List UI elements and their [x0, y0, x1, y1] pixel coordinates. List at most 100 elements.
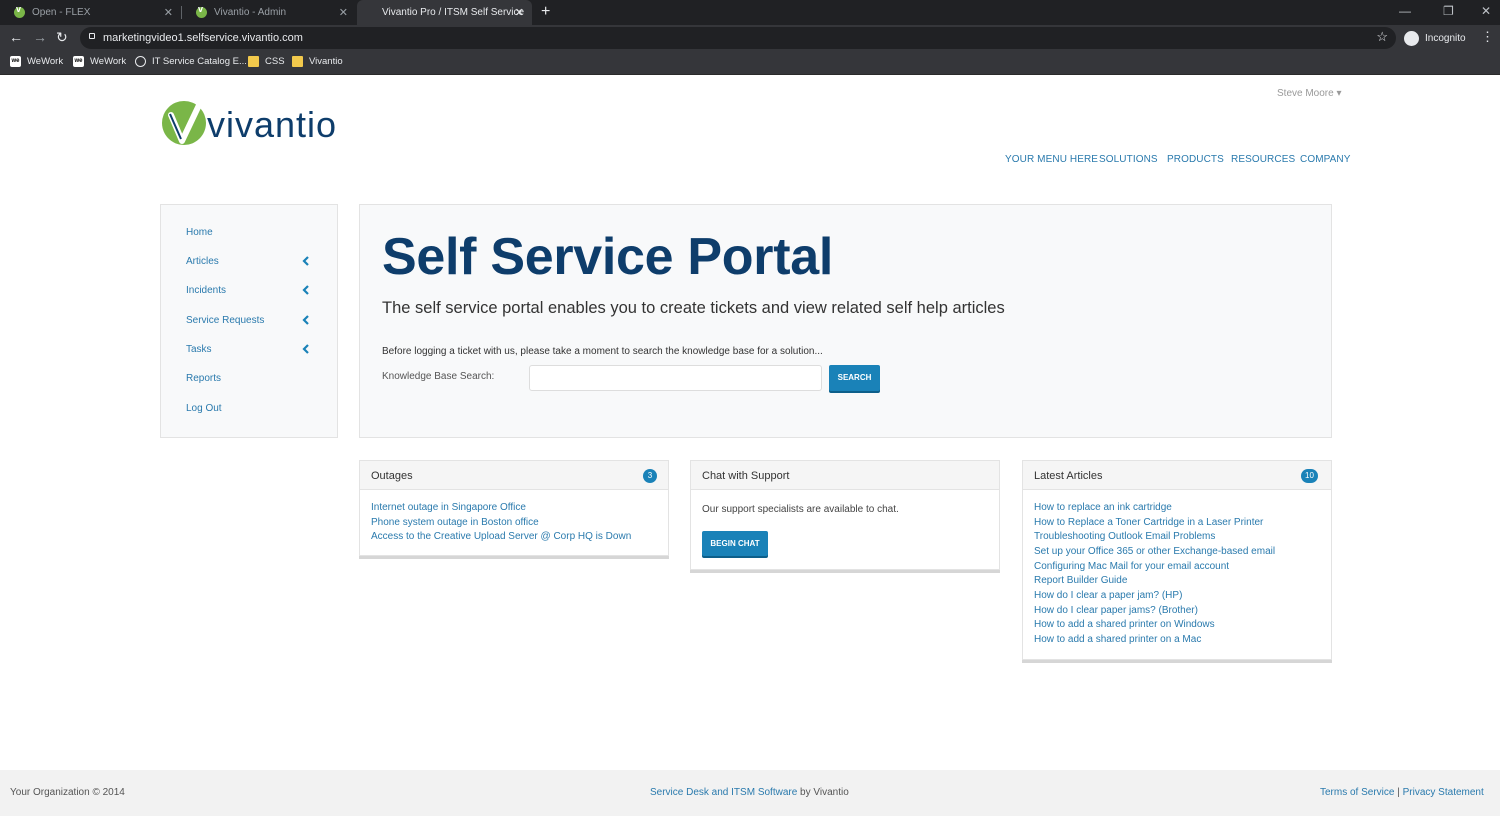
bookmark-item[interactable]: IT Service Catalog E... — [135, 56, 247, 67]
kb-search-label: Knowledge Base Search: — [382, 371, 495, 382]
article-link[interactable]: Set up your Office 365 or other Exchange… — [1034, 546, 1275, 557]
sidebar-item-home[interactable]: Home — [186, 227, 213, 238]
wework-icon: we — [73, 56, 84, 67]
article-link[interactable]: How to replace an ink cartridge — [1034, 502, 1172, 513]
wework-icon: we — [10, 56, 21, 67]
footer-credit-suffix: by Vivantio — [797, 787, 849, 798]
bookmarks-bar: we WeWork we WeWork IT Service Catalog E… — [0, 51, 1500, 75]
browser-tab-active[interactable]: Vivantio Pro / ITSM Self Service ✕ — [357, 0, 532, 25]
article-link[interactable]: Troubleshooting Outlook Email Problems — [1034, 531, 1215, 542]
chat-description: Our support specialists are available to… — [702, 504, 899, 515]
bookmark-item[interactable]: we WeWork — [73, 56, 126, 67]
begin-chat-button[interactable]: BEGIN CHAT — [702, 531, 768, 556]
vivantio-favicon-icon — [196, 4, 207, 18]
user-name: Steve Moore — [1277, 88, 1334, 99]
reload-icon[interactable]: ↻ — [56, 29, 68, 46]
tab-title: Vivantio - Admin — [214, 7, 287, 18]
new-tab-icon[interactable]: + — [541, 3, 550, 21]
panel-header: Chat with Support — [691, 461, 999, 490]
nav-solutions[interactable]: SOLUTIONS — [1099, 154, 1158, 165]
tab-title: Vivantio Pro / ITSM Self Service — [382, 7, 525, 18]
nav-company[interactable]: COMPANY — [1300, 154, 1351, 165]
close-tab-icon[interactable]: ✕ — [339, 6, 348, 19]
outage-link[interactable]: Phone system outage in Boston office — [371, 517, 539, 528]
sidebar-menu: Home Articles Incidents Service Requests… — [160, 204, 338, 438]
nav-resources[interactable]: RESOURCES — [1231, 154, 1295, 165]
panel-title: Latest Articles — [1034, 470, 1103, 482]
bookmark-label: WeWork — [27, 56, 64, 67]
address-bar[interactable]: marketingvideo1.selfservice.vivantio.com… — [80, 27, 1396, 49]
article-link[interactable]: How do I clear a paper jam? (HP) — [1034, 590, 1182, 601]
page-subtitle: The self service portal enables you to c… — [382, 299, 1005, 317]
sidebar-item-tasks[interactable]: Tasks — [186, 344, 212, 355]
panel-header: Latest Articles 10 — [1023, 461, 1331, 490]
sidebar-item-reports[interactable]: Reports — [186, 373, 221, 384]
bookmark-label: Vivantio — [309, 56, 343, 67]
article-link[interactable]: How to Replace a Toner Cartridge in a La… — [1034, 517, 1263, 528]
back-icon[interactable]: ← — [9, 29, 23, 45]
restore-icon[interactable]: ❐ — [1443, 4, 1454, 18]
vivantio-logo-graphic: vivantio — [162, 100, 336, 145]
footer-legal: Terms of Service | Privacy Statement — [1320, 787, 1484, 798]
vivantio-favicon-icon — [14, 4, 25, 18]
close-tab-icon[interactable]: ✕ — [164, 6, 173, 19]
article-link[interactable]: How to add a shared printer on a Mac — [1034, 634, 1201, 645]
terms-link[interactable]: Terms of Service — [1320, 787, 1394, 798]
article-link[interactable]: Configuring Mac Mail for your email acco… — [1034, 561, 1229, 572]
page-content: vivantio Steve Moore ▾ YOUR MENU HERE SO… — [0, 75, 1500, 816]
sidebar-item-incidents[interactable]: Incidents — [186, 285, 226, 296]
chat-panel: Chat with Support Our support specialist… — [690, 460, 1000, 570]
minimize-icon[interactable]: — — [1399, 4, 1411, 18]
user-menu[interactable]: Steve Moore ▾ — [1277, 88, 1342, 99]
count-badge: 10 — [1301, 469, 1318, 483]
article-link[interactable]: How to add a shared printer on Windows — [1034, 619, 1215, 630]
sidebar-item-articles[interactable]: Articles — [186, 256, 219, 267]
latest-articles-panel: Latest Articles 10 How to replace an ink… — [1022, 460, 1332, 660]
close-tab-icon[interactable]: ✕ — [515, 6, 524, 19]
chevron-left-icon[interactable] — [301, 315, 311, 325]
nav-products[interactable]: PRODUCTS — [1167, 154, 1224, 165]
search-button[interactable]: SEARCH — [829, 365, 880, 391]
copyright-text: Your Organization © 2014 — [10, 787, 125, 798]
outages-panel: Outages 3 Internet outage in Singapore O… — [359, 460, 669, 556]
tab-title: Open - FLEX — [32, 7, 91, 18]
bookmark-item[interactable]: Vivantio — [292, 56, 343, 67]
outage-link[interactable]: Internet outage in Singapore Office — [371, 502, 526, 513]
url-text: marketingvideo1.selfservice.vivantio.com — [103, 32, 303, 44]
vivantio-logo[interactable]: vivantio — [160, 99, 385, 151]
chevron-left-icon[interactable] — [301, 285, 311, 295]
incognito-indicator[interactable]: Incognito — [1404, 29, 1466, 47]
footer: Your Organization © 2014 Service Desk an… — [0, 770, 1500, 816]
panel-title: Chat with Support — [702, 470, 790, 482]
chevron-left-icon[interactable] — [301, 344, 311, 354]
browser-tab[interactable]: Vivantio - Admin ✕ — [182, 0, 356, 25]
nav-your-menu[interactable]: YOUR MENU HERE — [1005, 154, 1098, 165]
browser-menu-icon[interactable]: ⋮ — [1481, 29, 1494, 45]
bookmark-star-icon[interactable]: ☆ — [1376, 29, 1388, 45]
folder-icon — [292, 56, 303, 67]
kb-search-input[interactable] — [529, 365, 822, 391]
chevron-left-icon[interactable] — [301, 256, 311, 266]
close-window-icon[interactable]: ✕ — [1481, 4, 1491, 18]
sidebar-item-service-requests[interactable]: Service Requests — [186, 315, 264, 326]
footer-credit: Service Desk and ITSM Software by Vivant… — [650, 787, 849, 798]
bookmark-item[interactable]: we WeWork — [10, 56, 63, 67]
sidebar-item-log-out[interactable]: Log Out — [186, 403, 222, 414]
count-badge: 3 — [643, 469, 657, 483]
profile-label: Incognito — [1425, 32, 1466, 44]
page-title: Self Service Portal — [382, 228, 833, 286]
outage-link[interactable]: Access to the Creative Upload Server @ C… — [371, 531, 631, 542]
footer-separator: | — [1394, 787, 1403, 798]
privacy-link[interactable]: Privacy Statement — [1403, 787, 1484, 798]
panel-header: Outages 3 — [360, 461, 668, 490]
bookmark-label: IT Service Catalog E... — [152, 56, 247, 67]
hero-panel: Self Service Portal The self service por… — [359, 204, 1332, 438]
browser-tab[interactable]: Open - FLEX ✕ — [0, 0, 181, 25]
bookmark-item[interactable]: CSS — [248, 56, 285, 67]
service-desk-link[interactable]: Service Desk and ITSM Software — [650, 787, 797, 798]
article-link[interactable]: How do I clear paper jams? (Brother) — [1034, 605, 1198, 616]
article-link[interactable]: Report Builder Guide — [1034, 575, 1127, 586]
panel-title: Outages — [371, 470, 413, 482]
forward-icon[interactable]: → — [33, 29, 47, 45]
folder-icon — [248, 56, 259, 67]
